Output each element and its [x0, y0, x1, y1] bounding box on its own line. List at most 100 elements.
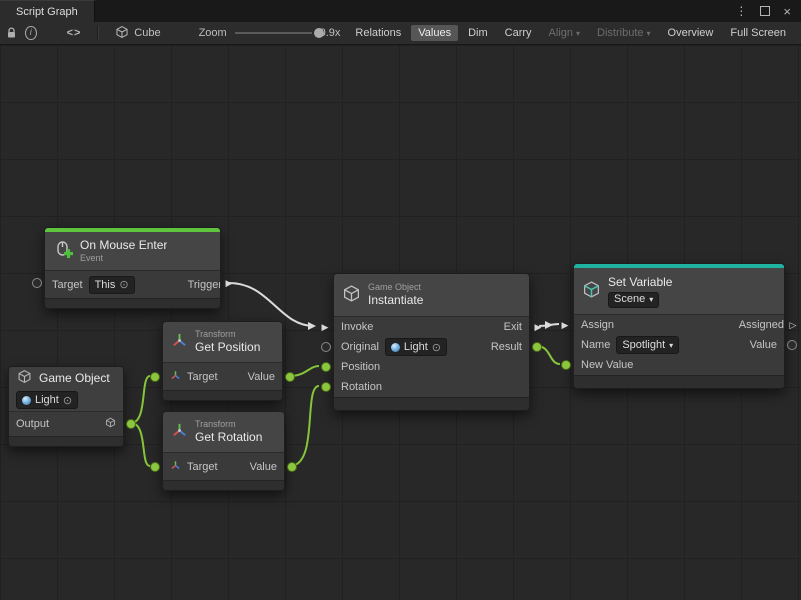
chevron-down-icon: ▾	[649, 295, 653, 305]
port-assigned-out[interactable]: ▷	[788, 320, 798, 330]
transform-gizmo-icon	[170, 370, 181, 384]
value-port-label: Value	[250, 461, 277, 473]
this-object-picker[interactable]: This ⊙	[89, 276, 135, 294]
node-header: Transform Get Rotation	[163, 412, 284, 453]
zoom-slider[interactable]	[235, 26, 312, 40]
port-result-out[interactable]	[532, 342, 542, 352]
port-target-in[interactable]	[32, 278, 42, 288]
node-header: On Mouse Enter Event	[45, 232, 220, 271]
node-title: Set Variable	[608, 275, 672, 290]
object-picker-icon: ⊙	[63, 394, 72, 407]
graph-toolbar: i <> Cube Zoom 0.9x Relations Values Dim…	[0, 22, 801, 45]
node-footer	[45, 298, 220, 308]
trigger-port-label: Trigger	[188, 279, 220, 291]
node-footer	[574, 375, 784, 388]
node-title: Game Object	[39, 371, 110, 385]
zoom-slider-track[interactable]	[235, 32, 312, 34]
transform-gizmo-icon	[170, 460, 181, 474]
light-object-picker[interactable]: Light ⊙	[385, 338, 447, 356]
toolbar-button-dim[interactable]: Dim	[461, 25, 495, 41]
port-invoke-in[interactable]: ▶	[320, 322, 330, 332]
toolbar-button-overview[interactable]: Overview	[661, 25, 721, 41]
toolbar-buttons: Relations Values Dim Carry Align ▾ Distr…	[348, 25, 795, 41]
variable-cube-icon	[582, 280, 601, 302]
wire-output-to-getposition-target[interactable]	[131, 376, 150, 423]
light-object-picker[interactable]: Light ⊙	[16, 391, 78, 409]
wire-rotation-value-to-instantiate[interactable]	[290, 386, 319, 466]
target-port-label: Target	[187, 371, 218, 383]
toolbar-button-fullscreen[interactable]: Full Screen	[723, 25, 793, 41]
close-icon[interactable]: ×	[783, 5, 791, 18]
code-icon[interactable]: <>	[67, 27, 82, 39]
toolbar-button-relations[interactable]: Relations	[348, 25, 408, 41]
maximize-icon[interactable]	[760, 6, 770, 16]
graph-reference[interactable]: Cube	[115, 25, 160, 42]
chevron-down-icon: ▾	[669, 341, 673, 350]
node-instantiate[interactable]: Game Object Instantiate Invoke Exit Orig…	[333, 273, 530, 411]
wire-output-to-getrotation-target[interactable]	[131, 423, 150, 466]
node-title: Get Rotation	[195, 430, 262, 445]
exit-port-label: Exit	[504, 321, 522, 333]
node-category: Transform	[195, 329, 260, 340]
scope-value: Scene	[614, 293, 645, 307]
port-new-value-in[interactable]	[561, 360, 571, 370]
toolbar-button-carry[interactable]: Carry	[498, 25, 539, 41]
node-on-mouse-enter[interactable]: On Mouse Enter Event Target This ⊙ Trigg…	[44, 227, 221, 309]
wire-trigger-to-invoke[interactable]	[229, 283, 314, 326]
toolbar-separator	[97, 26, 99, 40]
node-set-variable[interactable]: Set Variable Scene ▾ Assign Assigned Nam…	[573, 263, 785, 389]
node-category: Game Object	[368, 282, 423, 293]
port-assign-in[interactable]: ▶	[560, 320, 570, 330]
result-port-label: Result	[491, 341, 522, 353]
port-output-out[interactable]	[126, 419, 136, 429]
node-footer	[9, 436, 123, 446]
info-icon[interactable]: i	[25, 26, 37, 40]
port-value-out[interactable]	[287, 462, 297, 472]
light-icon	[22, 396, 31, 405]
zoom-slider-handle[interactable]	[314, 28, 324, 38]
toolbar-button-align[interactable]: Align ▾	[542, 25, 587, 41]
tab-script-graph[interactable]: Script Graph	[0, 0, 95, 22]
object-picker-icon: ⊙	[432, 341, 441, 354]
tab-bar: Script Graph ⋮ ×	[0, 0, 801, 22]
node-get-rotation[interactable]: Transform Get Rotation Target Valu	[162, 411, 285, 491]
transform-gizmo-icon	[171, 332, 188, 352]
port-target-in[interactable]	[150, 372, 160, 382]
node-get-position[interactable]: Transform Get Position Target Valu	[162, 321, 283, 401]
port-exit-out[interactable]: ▶	[533, 322, 543, 332]
node-footer	[163, 480, 284, 490]
node-category: Transform	[195, 419, 262, 430]
port-position-in[interactable]	[321, 362, 331, 372]
port-rotation-in[interactable]	[321, 382, 331, 392]
variable-name-dropdown[interactable]: Spotlight ▾	[616, 336, 679, 354]
transform-gizmo-icon	[171, 422, 188, 442]
variable-scope-dropdown[interactable]: Scene ▾	[608, 292, 659, 308]
kebab-menu-icon[interactable]: ⋮	[735, 4, 747, 18]
zoom-label: Zoom	[199, 27, 227, 39]
port-value-out[interactable]	[285, 372, 295, 382]
node-title: Get Position	[195, 340, 260, 355]
chevron-down-icon: ▾	[647, 29, 651, 38]
cube-icon	[105, 417, 116, 431]
port-trigger-out[interactable]: ▶	[224, 278, 234, 288]
node-header: Game Object	[9, 367, 123, 389]
cube-icon	[115, 25, 129, 42]
assigned-port-label: Assigned	[739, 319, 784, 331]
cube-icon	[17, 369, 32, 387]
lock-icon[interactable]	[6, 27, 17, 39]
rotation-port-label: Rotation	[341, 381, 382, 393]
graph-name: Cube	[134, 27, 160, 39]
toolbar-button-values[interactable]: Values	[411, 25, 458, 41]
position-port-label: Position	[341, 361, 380, 373]
node-game-object-literal[interactable]: Game Object Light ⊙ Output	[8, 366, 124, 447]
node-header: Transform Get Position	[163, 322, 282, 363]
toolbar-button-distribute[interactable]: Distribute ▾	[590, 25, 657, 41]
port-value-out[interactable]	[787, 340, 797, 350]
light-value: Light	[404, 341, 428, 353]
cube-icon	[342, 284, 361, 306]
graph-canvas[interactable]: On Mouse Enter Event Target This ⊙ Trigg…	[0, 45, 801, 600]
script-graph-window: Script Graph ⋮ × i <> Cube	[0, 0, 801, 600]
port-target-in[interactable]	[150, 462, 160, 472]
window-controls: ⋮ ×	[735, 0, 801, 22]
port-original-in[interactable]	[321, 342, 331, 352]
